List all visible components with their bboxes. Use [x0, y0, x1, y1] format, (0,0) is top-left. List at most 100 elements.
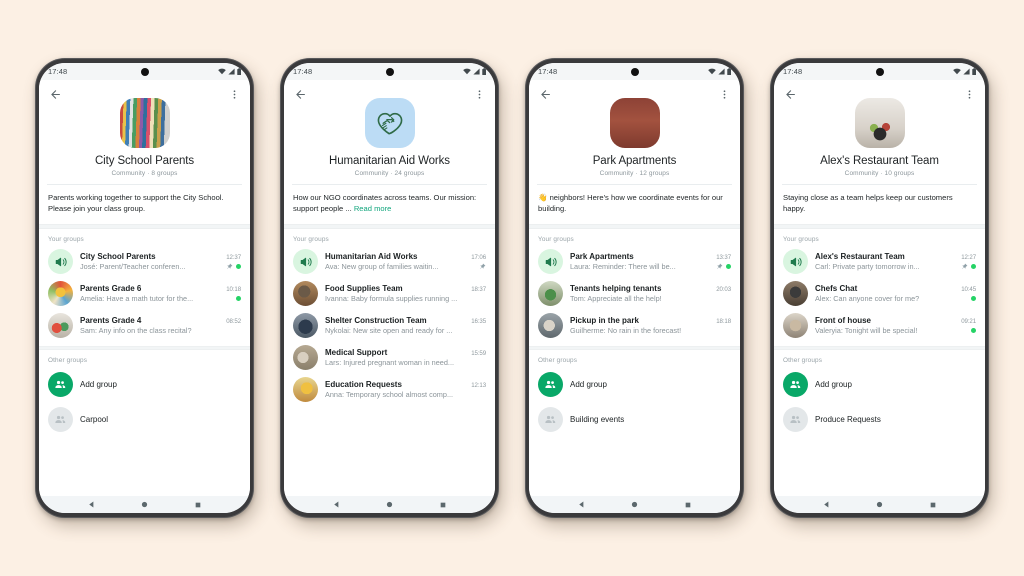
- section-label-your-groups: Your groups: [293, 235, 329, 243]
- home-circle-icon[interactable]: [630, 500, 639, 509]
- group-item-preview: Anna: Temporary school almost comp...: [325, 390, 454, 400]
- group-list-item[interactable]: Education Requests 12:13 Anna: Temporary s…: [284, 374, 495, 406]
- group-list-item[interactable]: Shelter Construction Team 16:35 Nykolai: N…: [284, 310, 495, 342]
- group-list-item[interactable]: Alex's Restaurant Team 12:27 Carl: Private…: [774, 246, 985, 278]
- overflow-menu-icon[interactable]: [226, 86, 242, 102]
- add-group-icon: [538, 371, 563, 397]
- recents-square-icon[interactable]: [194, 501, 202, 509]
- group-list-item[interactable]: Front of house 09:21 Valeryia: Tonight wil…: [774, 310, 985, 342]
- group-avatar: [538, 313, 563, 339]
- section-label-other-groups: Other groups: [783, 356, 823, 364]
- back-triangle-icon[interactable]: [87, 500, 96, 509]
- group-item-body: Chefs Chat 10:45 Alex: Can anyone cover fo…: [815, 284, 976, 303]
- other-group-item[interactable]: Building events: [529, 402, 740, 437]
- group-item-timestamp: 12:13: [471, 382, 486, 390]
- back-arrow-icon[interactable]: [292, 86, 308, 102]
- back-triangle-icon[interactable]: [822, 500, 831, 509]
- group-list-item[interactable]: Pickup in the park 18:18 Guilherme: No rai…: [529, 310, 740, 342]
- section-label-other-groups: Other groups: [538, 356, 578, 364]
- add-group-button[interactable]: Add group: [39, 367, 250, 402]
- groups-list: Your groups Humanitarian Aid Works 17:06 Av…: [284, 228, 495, 496]
- group-item-title: Front of house: [815, 316, 871, 326]
- status-bar-clock: 17:48: [48, 67, 68, 76]
- wave-emoji-icon: 👋: [538, 193, 550, 202]
- community-description-text: Staying close as a team helps keep our c…: [783, 193, 953, 213]
- group-list-item[interactable]: Food Supplies Team 18:37 Ivanna: Baby form…: [284, 278, 495, 310]
- group-item-top: Front of house 09:21: [815, 316, 976, 325]
- community-identity: City School Parents Community · 8 groups: [47, 98, 242, 184]
- battery-icon: [481, 67, 487, 76]
- group-item-bottom: Lars: Injured pregnant woman in need...: [325, 358, 486, 367]
- read-more-link[interactable]: Read more: [354, 204, 392, 213]
- recents-square-icon[interactable]: [439, 501, 447, 509]
- battery-icon: [971, 67, 977, 76]
- signal-icon: [472, 68, 480, 75]
- overflow-menu-icon[interactable]: [471, 86, 487, 102]
- group-item-timestamp: 17:06: [471, 254, 486, 262]
- other-group-item[interactable]: Carpool: [39, 402, 250, 437]
- group-list-item[interactable]: Park Apartments 13:37 Laura: Reminder: The…: [529, 246, 740, 278]
- group-list-item[interactable]: Medical Support 15:59 Lars: Injured pregna…: [284, 342, 495, 374]
- back-arrow-icon[interactable]: [782, 86, 798, 102]
- recents-square-icon[interactable]: [929, 501, 937, 509]
- add-group-button[interactable]: Add group: [529, 367, 740, 402]
- group-item-top: Chefs Chat 10:45: [815, 284, 976, 293]
- back-triangle-icon[interactable]: [332, 500, 341, 509]
- pin-icon: [716, 263, 723, 270]
- group-avatar: [48, 281, 73, 307]
- other-group-item[interactable]: Produce Requests: [774, 402, 985, 437]
- group-item-title: Medical Support: [325, 348, 388, 358]
- group-item-top: Parents Grade 6 10:18: [80, 284, 241, 293]
- group-item-body: Parents Grade 6 10:18 Amelia: Have a math …: [80, 284, 241, 303]
- group-list-item[interactable]: Parents Grade 6 10:18 Amelia: Have a math …: [39, 278, 250, 310]
- group-avatar: [783, 281, 808, 307]
- community-header: Alex's Restaurant Team Community · 10 gro…: [774, 80, 985, 184]
- community-description-text: neighbors! Here's how we coordinate even…: [538, 193, 723, 213]
- recents-square-icon[interactable]: [684, 501, 692, 509]
- status-bar-clock: 17:48: [783, 67, 803, 76]
- wifi-icon: [217, 68, 226, 75]
- unread-dot-badge: [236, 264, 241, 270]
- group-list-item[interactable]: Tenants helping tenants 20:03 Tom: Appreci…: [529, 278, 740, 310]
- overflow-menu-icon[interactable]: [961, 86, 977, 102]
- section-label-your-groups: Your groups: [783, 235, 819, 243]
- back-arrow-icon[interactable]: [47, 86, 63, 102]
- add-group-label: Add group: [80, 379, 117, 389]
- home-circle-icon[interactable]: [385, 500, 394, 509]
- group-placeholder-icon: [538, 406, 563, 432]
- groups-list: Your groups Alex's Restaurant Team 12:27 Ca…: [774, 228, 985, 496]
- group-item-timestamp: 12:27: [961, 254, 976, 262]
- add-group-button[interactable]: Add group: [774, 367, 985, 402]
- community-identity: Alex's Restaurant Team Community · 10 gro…: [782, 98, 977, 184]
- group-item-body: Front of house 09:21 Valeryia: Tonight wil…: [815, 316, 976, 335]
- add-group-label: Add group: [815, 379, 852, 389]
- other-group-label: Produce Requests: [815, 414, 881, 424]
- unread-dot-badge: [236, 296, 241, 302]
- unread-dot-badge: [726, 264, 731, 270]
- community-name: City School Parents: [94, 155, 195, 167]
- overflow-menu-icon[interactable]: [716, 86, 732, 102]
- back-triangle-icon[interactable]: [577, 500, 586, 509]
- community-subtitle: Community · 24 groups: [354, 170, 425, 177]
- group-item-title: Park Apartments: [570, 252, 634, 262]
- back-arrow-icon[interactable]: [537, 86, 553, 102]
- phone-mockup-4: 17:48 Alex's Restaurant Team Community · 1…: [770, 58, 989, 518]
- group-item-top: Alex's Restaurant Team 12:27: [815, 252, 976, 261]
- community-subtitle: Community · 8 groups: [111, 170, 178, 177]
- community-description: Staying close as a team helps keep our c…: [774, 185, 985, 224]
- group-item-title: Pickup in the park: [570, 316, 639, 326]
- group-item-preview: Carl: Private party tomorrow in...: [815, 262, 920, 272]
- home-circle-icon[interactable]: [875, 500, 884, 509]
- group-item-bottom: Sam: Any info on the class recital?: [80, 326, 241, 335]
- add-group-icon: [783, 371, 808, 397]
- group-item-bottom: Guilherme: No rain in the forecast!: [570, 326, 731, 335]
- group-item-preview: Laura: Reminder: There will be...: [570, 262, 676, 272]
- group-list-item[interactable]: Parents Grade 4 08:52 Sam: Any info on the…: [39, 310, 250, 342]
- group-list-item[interactable]: Humanitarian Aid Works 17:06 Ava: New grou…: [284, 246, 495, 278]
- group-list-item[interactable]: City School Parents 12:37 José: Parent/Tea…: [39, 246, 250, 278]
- group-item-preview: Ivanna: Baby formula supplies running ..…: [325, 294, 458, 304]
- android-nav-bar: [39, 496, 250, 513]
- group-placeholder-icon: [783, 406, 808, 432]
- home-circle-icon[interactable]: [140, 500, 149, 509]
- group-list-item[interactable]: Chefs Chat 10:45 Alex: Can anyone cover fo…: [774, 278, 985, 310]
